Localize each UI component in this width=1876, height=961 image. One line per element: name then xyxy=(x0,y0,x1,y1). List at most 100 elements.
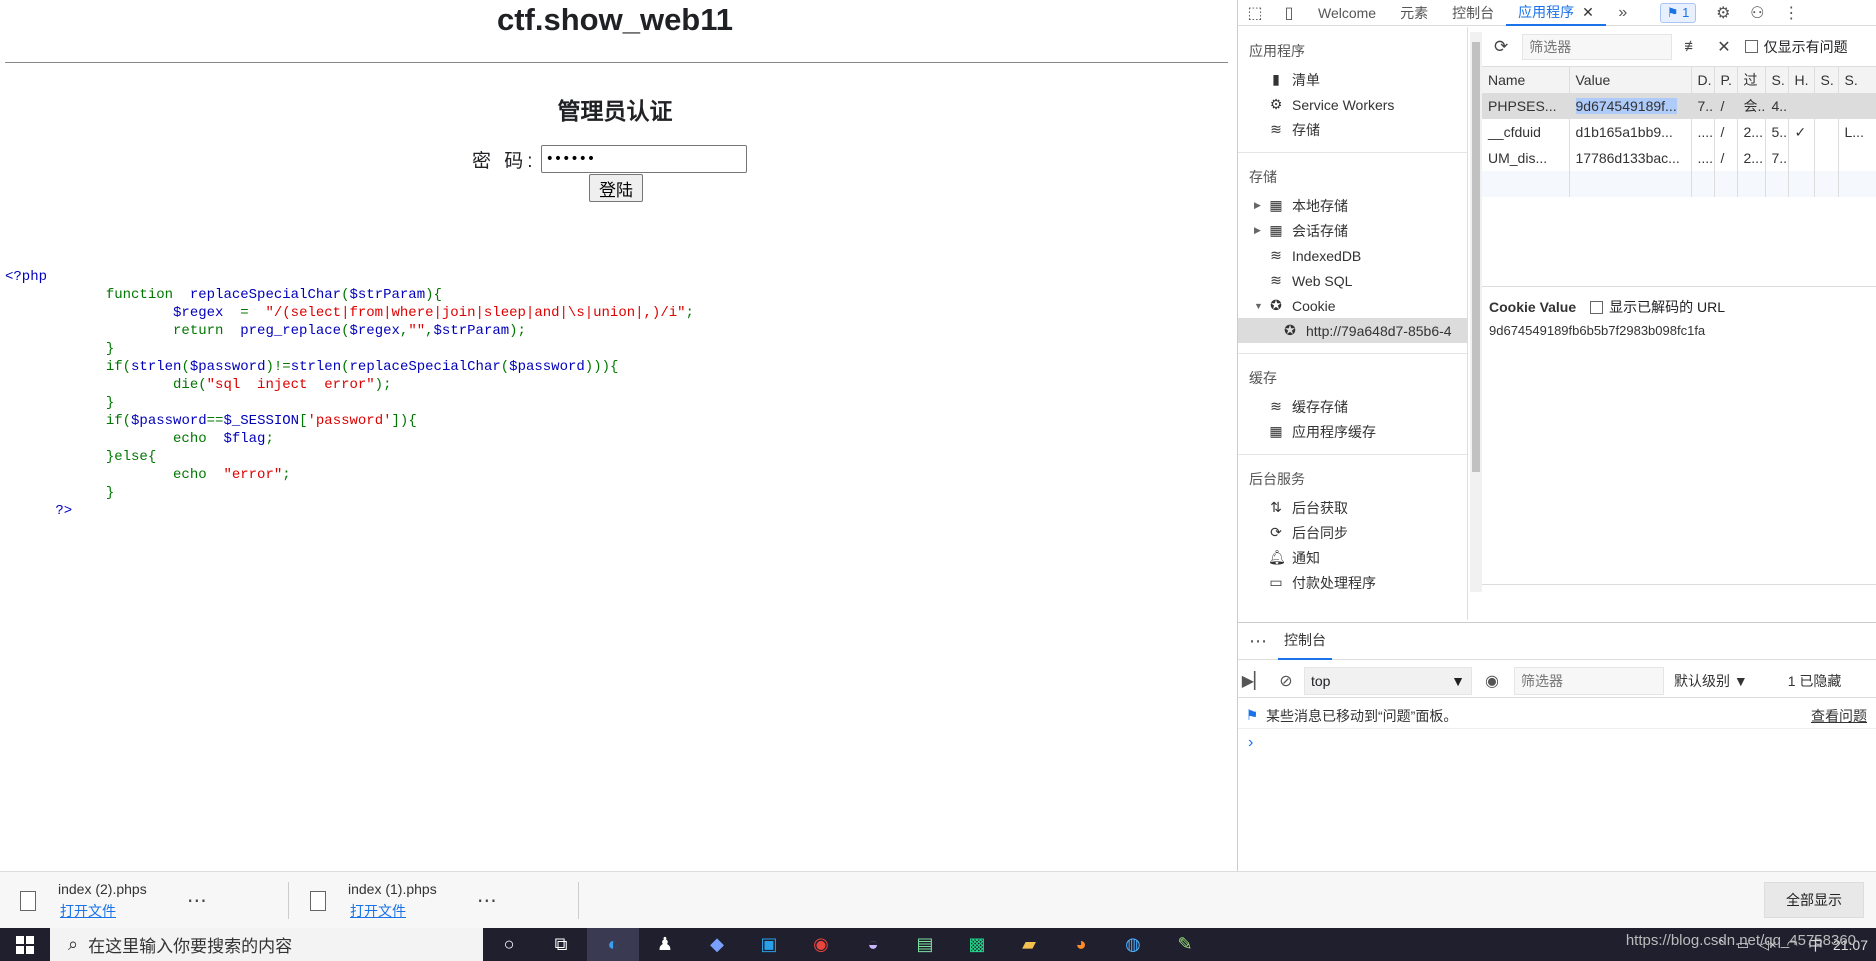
code-token: $_SESSION xyxy=(223,413,300,429)
refresh-icon[interactable]: ⟳ xyxy=(1494,37,1508,57)
nox-app-icon[interactable]: ▤ xyxy=(899,928,951,961)
more-tabs-icon[interactable]: » xyxy=(1606,0,1640,26)
customize-icon[interactable]: ⚇ xyxy=(1740,0,1774,26)
sidebar-item-web-sql[interactable]: ≋ Web SQL xyxy=(1238,268,1467,293)
cookie-column-header[interactable]: H. xyxy=(1788,67,1815,94)
tab-application[interactable]: 应用程序 ✕ xyxy=(1506,0,1606,26)
cookie-row[interactable]: UM_dis... 17786d133bac....... / 2... 7... xyxy=(1482,145,1876,171)
sidebar-item-local-storage[interactable]: ▶ ▦ 本地存储 xyxy=(1238,193,1467,218)
start-button[interactable] xyxy=(0,928,50,961)
cookie-cell xyxy=(1482,171,1570,197)
cookie-row[interactable]: PHPSES... 9d674549189f... 7... / 会... 4... xyxy=(1482,93,1876,119)
context-select[interactable]: top ▼ xyxy=(1304,666,1472,695)
store-app-icon[interactable]: ▣ xyxy=(743,928,795,961)
sidebar-item-storage[interactable]: ≋ 存储 xyxy=(1238,117,1467,142)
cookie-column-header[interactable]: P. xyxy=(1714,67,1738,94)
open-file-link[interactable]: 打开文件 xyxy=(350,901,437,921)
cookie-column-header[interactable]: Name xyxy=(1482,67,1570,94)
tab-console[interactable]: 控制台 xyxy=(1440,0,1506,26)
more-options-icon[interactable]: ⋯ xyxy=(477,888,497,913)
console-filter-input[interactable] xyxy=(1514,666,1664,695)
collapse-arrow-icon[interactable]: ▼ xyxy=(1254,301,1263,311)
cookie-value-text[interactable]: 9d674549189fb6b5b7f2983b098fc1fa xyxy=(1482,323,1876,338)
sidebar-item-notifications[interactable]: 🔔︎ 通知 xyxy=(1238,545,1467,570)
cookie-cell xyxy=(1814,119,1839,145)
show-all-button[interactable]: 全部显示 xyxy=(1764,882,1864,918)
cookie-column-header[interactable]: 过 xyxy=(1737,67,1766,94)
only-issues-checkbox[interactable] xyxy=(1744,40,1758,53)
code-line: } xyxy=(5,484,694,502)
cookie-column-header[interactable]: S. xyxy=(1814,67,1839,94)
clear-all-icon[interactable]: ✕ xyxy=(1717,37,1730,57)
sidebar-item-cookie[interactable]: ▼ ✪ Cookie xyxy=(1238,293,1467,318)
cookie-row[interactable]: __cfduid d1b165a1bb9....... / 2... 5... ✓ L... xyxy=(1482,119,1876,145)
cookie-cell xyxy=(1838,145,1876,171)
cookie-filter-input[interactable] xyxy=(1522,33,1673,60)
tab-welcome[interactable]: Welcome xyxy=(1306,0,1388,26)
login-button[interactable]: 登陆 xyxy=(589,174,643,202)
drawer-tab-console[interactable]: 控制台 xyxy=(1278,622,1332,660)
console-prompt-icon[interactable]: › xyxy=(1248,734,1253,752)
tab-elements[interactable]: 元素 xyxy=(1388,0,1440,26)
sidebar-item-cache-storage[interactable]: ≋ 缓存存储 xyxy=(1238,394,1467,419)
chrome-app-icon[interactable]: ◉ xyxy=(795,928,847,961)
password-input[interactable] xyxy=(540,145,747,173)
sidebar-toggle-icon[interactable]: ▶▏ xyxy=(1238,671,1270,691)
kebab-menu-icon[interactable]: ⋮ xyxy=(1774,0,1808,26)
context-select-value: top xyxy=(1311,672,1331,689)
code-token: echo xyxy=(5,467,224,483)
eye-icon[interactable]: ◉ xyxy=(1476,671,1508,691)
task-view-icon[interactable]: ⧉ xyxy=(535,928,587,961)
expand-arrow-icon[interactable]: ▶ xyxy=(1254,225,1261,236)
log-level-select[interactable]: 默认级别 ▼ xyxy=(1674,671,1748,691)
cookie-pane: ⟳ ≢ ✕ 仅显示有问题 NameValueD.P.过S.H.S.S. PHPS… xyxy=(1482,27,1876,620)
download-item[interactable]: index (2).phps 打开文件 ⋯ xyxy=(20,872,207,929)
sidebar-item-label: 缓存存储 xyxy=(1292,398,1348,415)
inspect-icon[interactable]: ⬚ xyxy=(1238,0,1272,26)
cookie-column-header[interactable]: S. xyxy=(1838,67,1876,94)
issues-badge[interactable]: ⚑ 1 xyxy=(1659,2,1697,23)
clear-console-icon[interactable]: ⊘ xyxy=(1270,671,1302,691)
folder-app-icon[interactable]: ▰ xyxy=(1003,928,1055,961)
more-options-icon[interactable]: ⋯ xyxy=(1238,631,1278,652)
device-toggle-icon[interactable]: ▯ xyxy=(1272,0,1306,26)
eclipse-app-icon[interactable]: ◒ xyxy=(847,928,899,961)
show-decoded-checkbox[interactable] xyxy=(1590,300,1604,314)
sidebar-item-background-sync[interactable]: ⟳ 后台同步 xyxy=(1238,520,1467,545)
download-divider xyxy=(578,882,579,919)
cookie-column-header[interactable]: D. xyxy=(1691,67,1715,94)
sidebar-item-cookie-origin[interactable]: ✪ http://79a648d7-85b6-4 xyxy=(1238,318,1467,343)
download-item[interactable]: index (1).phps 打开文件 ⋯ xyxy=(310,872,497,929)
sidebar-item-session-storage[interactable]: ▶ ▦ 会话存储 xyxy=(1238,218,1467,243)
database-icon: ≋ xyxy=(1270,121,1282,137)
clear-filtered-icon[interactable]: ≢ xyxy=(1684,38,1699,55)
cookie-cell xyxy=(1838,93,1876,119)
view-issues-link[interactable]: 查看问题 xyxy=(1811,706,1867,726)
sidebar-item-app-cache[interactable]: ▦ 应用程序缓存 xyxy=(1238,419,1467,444)
more-options-icon[interactable]: ⋯ xyxy=(187,888,207,913)
cookie-cell: 7... xyxy=(1765,145,1789,171)
code-line: return preg_replace($regex,"",$strParam)… xyxy=(5,322,694,340)
sidebar-item-manifest[interactable]: ▮ 清单 xyxy=(1238,67,1467,92)
sidebar-item-background-fetch[interactable]: ⇅ 后台获取 xyxy=(1238,495,1467,520)
sidebar-item-payment-handler[interactable]: ▭ 付款处理程序 xyxy=(1238,570,1467,595)
firefox-app-icon[interactable]: ◕ xyxy=(1055,928,1107,961)
cookie-column-header[interactable]: Value xyxy=(1569,67,1692,94)
cookie-column-header[interactable]: S. xyxy=(1765,67,1789,94)
pycharm-app-icon[interactable]: ▩ xyxy=(951,928,1003,961)
globe-app-icon[interactable]: ◍ xyxy=(1107,928,1159,961)
edge-app-icon[interactable]: ◐ xyxy=(587,928,639,961)
cortana-icon[interactable]: ○ xyxy=(483,928,535,961)
game-app-icon[interactable]: ◆ xyxy=(691,928,743,961)
notepad-app-icon[interactable]: ✎ xyxy=(1159,928,1211,961)
sidebar-vertical-scrollbar[interactable] xyxy=(1470,32,1482,592)
expand-arrow-icon[interactable]: ▶ xyxy=(1254,200,1261,211)
qq-app-icon[interactable]: ♟ xyxy=(639,928,691,961)
open-file-link[interactable]: 打开文件 xyxy=(60,901,147,921)
sidebar-item-indexeddb[interactable]: ≋ IndexedDB xyxy=(1238,243,1467,268)
sidebar-item-service-workers[interactable]: ⚙ Service Workers xyxy=(1238,92,1467,117)
taskbar-search[interactable]: ⌕ 在这里输入你要搜索的内容 xyxy=(50,928,483,961)
gear-icon[interactable]: ⚙ xyxy=(1706,0,1740,26)
close-icon[interactable]: ✕ xyxy=(1582,3,1594,21)
scrollbar-thumb[interactable] xyxy=(1472,42,1480,472)
